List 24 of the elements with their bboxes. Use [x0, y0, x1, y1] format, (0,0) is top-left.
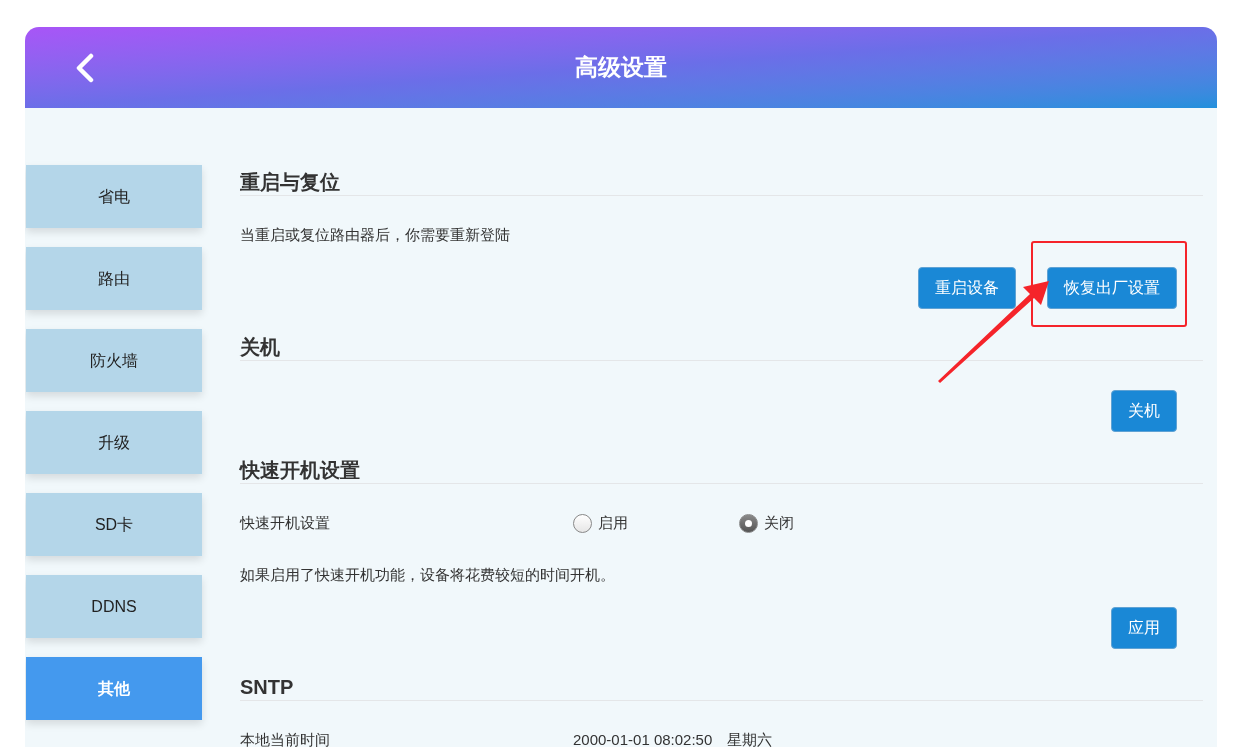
sidebar-item[interactable]: 防火墙: [26, 329, 202, 392]
page-title: 高级设置: [575, 53, 667, 83]
setting-label: 快速开机设置: [240, 513, 331, 533]
sidebar-item[interactable]: 省电: [26, 165, 202, 228]
time-value: 2000-01-01 08:02:50: [573, 730, 713, 747]
action-button[interactable]: 关机: [1111, 390, 1177, 432]
info-text: 如果启用了快速开机功能，设备将花费较短的时间开机。: [240, 565, 616, 585]
weekday-value: 星期六: [727, 730, 773, 747]
section-heading: 快速开机设置: [240, 458, 1203, 484]
action-button[interactable]: 应用: [1111, 607, 1177, 649]
info-text: 当重启或复位路由器后，你需要重新登陆: [240, 225, 511, 245]
section-heading: SNTP: [240, 675, 1203, 701]
chevron-left-icon: [75, 53, 95, 83]
radio-option[interactable]: 关闭: [739, 513, 905, 533]
sidebar-item[interactable]: 升级: [26, 411, 202, 474]
action-button[interactable]: 恢复出厂设置: [1047, 267, 1177, 309]
action-button[interactable]: 重启设备: [918, 267, 1016, 309]
section-heading: 关机: [240, 335, 1203, 361]
radio-option[interactable]: 启用: [573, 513, 739, 533]
setting-label: 本地当前时间: [240, 730, 331, 747]
sidebar-item[interactable]: SD卡: [26, 493, 202, 556]
section-heading: 重启与复位: [240, 170, 1203, 196]
sidebar-item[interactable]: 路由: [26, 247, 202, 310]
sidebar-item[interactable]: DDNS: [26, 575, 202, 638]
